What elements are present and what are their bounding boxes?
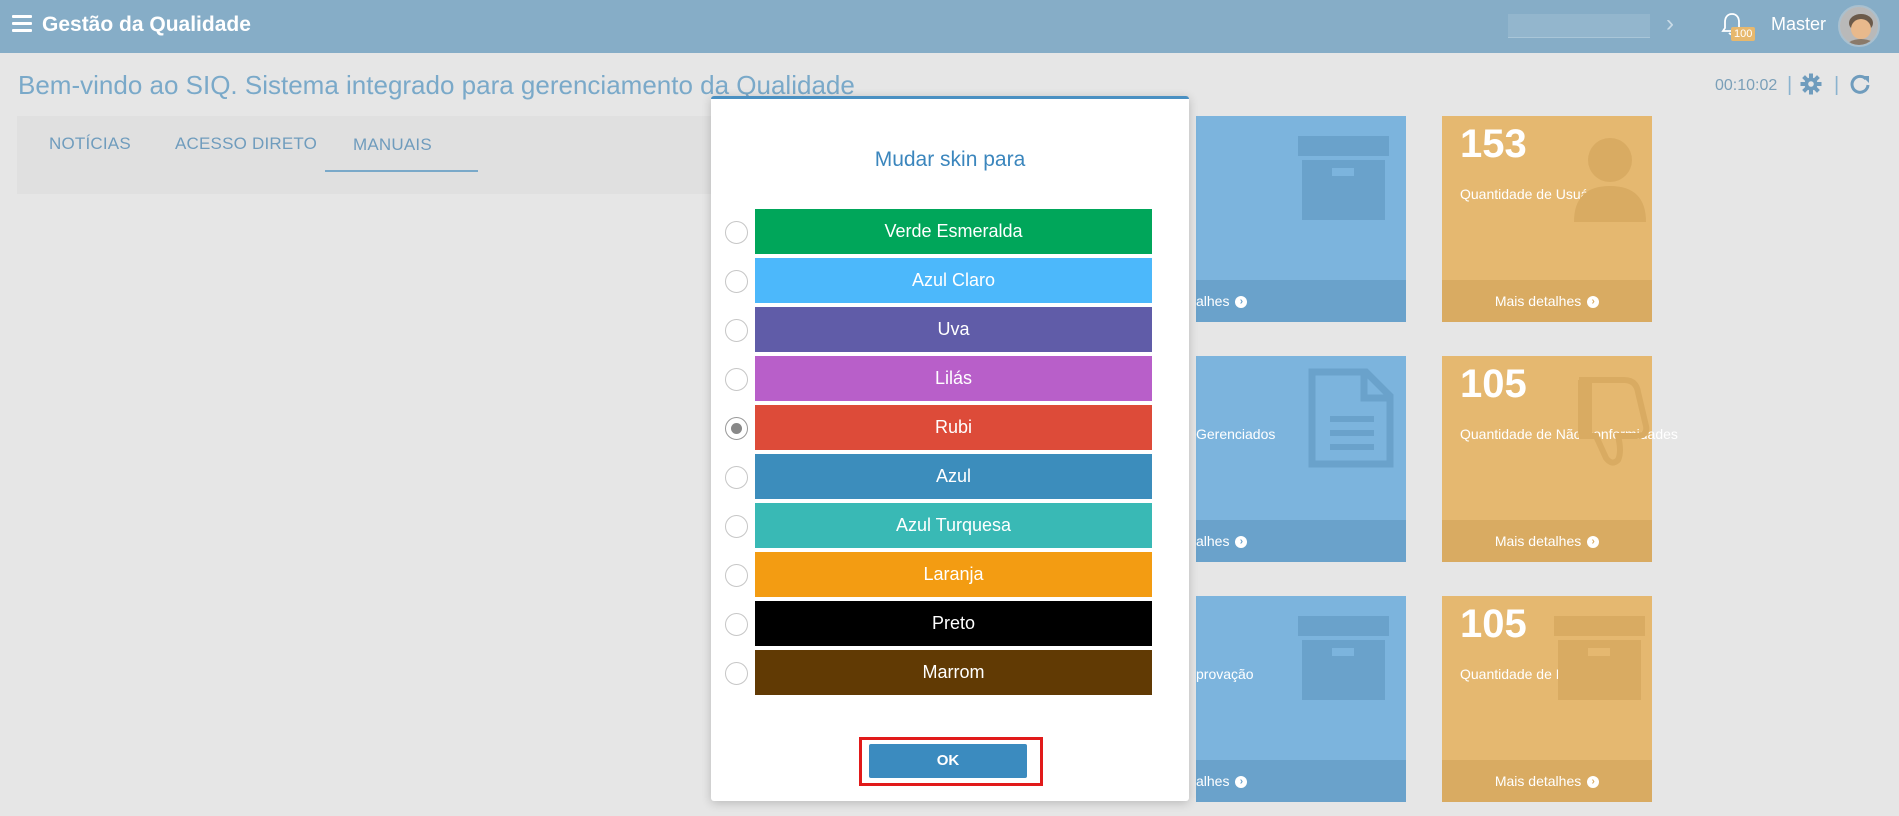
skin-option[interactable]: Azul Turquesa: [725, 503, 1165, 549]
skin-radio[interactable]: [725, 270, 748, 293]
skin-swatch-label[interactable]: Rubi: [755, 405, 1152, 450]
arrow-circle-right-icon: ›: [1235, 296, 1248, 309]
tile-count: 153: [1460, 122, 1527, 166]
skin-option[interactable]: Preto: [725, 601, 1165, 647]
skin-swatch-label[interactable]: Azul Claro: [755, 258, 1152, 303]
top-navbar: Gestão da Qualidade › 100 Master: [0, 0, 1899, 53]
separator: |: [1787, 74, 1793, 96]
skin-option[interactable]: Laranja: [725, 552, 1165, 598]
tile-count: 105: [1460, 602, 1527, 646]
users-count-tile: 153 Quantidade de Usuários Mais detalhes…: [1442, 116, 1652, 322]
gear-icon[interactable]: [1800, 73, 1822, 95]
change-skin-modal: Mudar skin para Verde Esmeralda Azul Clar…: [711, 96, 1189, 801]
refresh-icon[interactable]: [1849, 73, 1871, 95]
session-timer: 00:10:02: [1715, 77, 1778, 94]
notification-badge: 100: [1731, 27, 1756, 41]
skin-radio[interactable]: [725, 368, 748, 391]
skin-radio[interactable]: [725, 466, 748, 489]
skin-radio[interactable]: [725, 613, 748, 636]
footer-label: alhes: [1196, 773, 1230, 789]
user-name[interactable]: Master: [1771, 14, 1826, 35]
user-avatar-icon: [1840, 7, 1878, 45]
tile-label: provação: [1196, 666, 1254, 682]
skin-swatch-label[interactable]: Laranja: [755, 552, 1152, 597]
archive-box-icon: [1298, 616, 1389, 700]
footer-label: Mais detalhes: [1494, 293, 1582, 309]
ok-button[interactable]: OK: [869, 744, 1027, 778]
avatar[interactable]: [1838, 5, 1880, 47]
tile-count: 105: [1460, 362, 1527, 406]
skin-option[interactable]: Marrom: [725, 650, 1165, 696]
thumbs-down-icon: [1578, 377, 1650, 466]
document-icon: [1308, 368, 1394, 468]
arrow-circle-right-icon: ›: [1587, 776, 1600, 789]
arrow-circle-right-icon: ›: [1235, 776, 1248, 789]
skin-option[interactable]: Azul: [725, 454, 1165, 500]
tile-label: Gerenciados: [1196, 426, 1276, 442]
skin-radio[interactable]: [725, 417, 748, 440]
chevron-right-icon[interactable]: ›: [1666, 10, 1674, 38]
skin-swatch-label[interactable]: Uva: [755, 307, 1152, 352]
modal-title: Mudar skin para: [874, 148, 1026, 171]
tab-manuais[interactable]: MANUAIS: [353, 135, 432, 155]
deviations-count-tile: 105 Quantidade de Desvio Mais detalhes ›: [1442, 596, 1652, 802]
dashboard-tile: Gerenciados alhes ›: [1196, 356, 1406, 562]
separator: |: [1834, 74, 1840, 96]
dashboard-tile: alhes ›: [1196, 116, 1406, 322]
arrow-circle-right-icon: ›: [1587, 536, 1600, 549]
app-title[interactable]: Gestão da Qualidade: [42, 13, 251, 37]
tab-bar: NOTÍCIAS ACESSO DIRETO MANUAIS: [17, 116, 717, 194]
skin-option[interactable]: Uva: [725, 307, 1165, 353]
skin-radio[interactable]: [725, 662, 748, 685]
archive-box-icon: [1298, 136, 1389, 220]
skin-radio[interactable]: [725, 221, 748, 244]
skin-option[interactable]: Lilás: [725, 356, 1165, 402]
tile-more-details-link[interactable]: Mais detalhes ›: [1442, 520, 1652, 562]
tile-more-details-link[interactable]: alhes ›: [1196, 760, 1406, 802]
nonconformities-count-tile: 105 Quantidade de Não-conformidades Mais…: [1442, 356, 1678, 562]
skin-swatch-label[interactable]: Lilás: [755, 356, 1152, 401]
tab-noticias[interactable]: NOTÍCIAS: [49, 134, 131, 154]
arrow-circle-right-icon: ›: [1235, 536, 1248, 549]
tab-acesso-direto[interactable]: ACESSO DIRETO: [175, 134, 317, 154]
skin-option[interactable]: Azul Claro: [725, 258, 1165, 304]
skin-swatch-label[interactable]: Verde Esmeralda: [755, 209, 1152, 254]
skin-radio[interactable]: [725, 319, 748, 342]
tile-more-details-link[interactable]: Mais detalhes ›: [1442, 760, 1652, 802]
footer-label: Mais detalhes: [1494, 533, 1582, 549]
hamburger-menu-icon[interactable]: [12, 15, 32, 33]
archive-box-icon: [1554, 616, 1645, 700]
skin-radio[interactable]: [725, 515, 748, 538]
skin-swatch-label[interactable]: Azul: [755, 454, 1152, 499]
tile-more-details-link[interactable]: alhes ›: [1196, 520, 1406, 562]
user-icon: [1574, 138, 1646, 222]
skin-swatch-label[interactable]: Marrom: [755, 650, 1152, 695]
skin-swatch-label[interactable]: Preto: [755, 601, 1152, 646]
arrow-circle-right-icon: ›: [1587, 296, 1600, 309]
search-input[interactable]: [1508, 14, 1650, 38]
footer-label: alhes: [1196, 293, 1230, 309]
skin-option[interactable]: Rubi: [725, 405, 1165, 451]
skin-option[interactable]: Verde Esmeralda: [725, 209, 1165, 255]
tile-more-details-link[interactable]: Mais detalhes ›: [1442, 280, 1652, 322]
active-tab-indicator: [325, 170, 478, 172]
footer-label: Mais detalhes: [1494, 773, 1582, 789]
dashboard-tile: provação alhes ›: [1196, 596, 1406, 802]
tile-more-details-link[interactable]: alhes ›: [1196, 280, 1406, 322]
skin-radio[interactable]: [725, 564, 748, 587]
footer-label: alhes: [1196, 533, 1230, 549]
skin-swatch-label[interactable]: Azul Turquesa: [755, 503, 1152, 548]
